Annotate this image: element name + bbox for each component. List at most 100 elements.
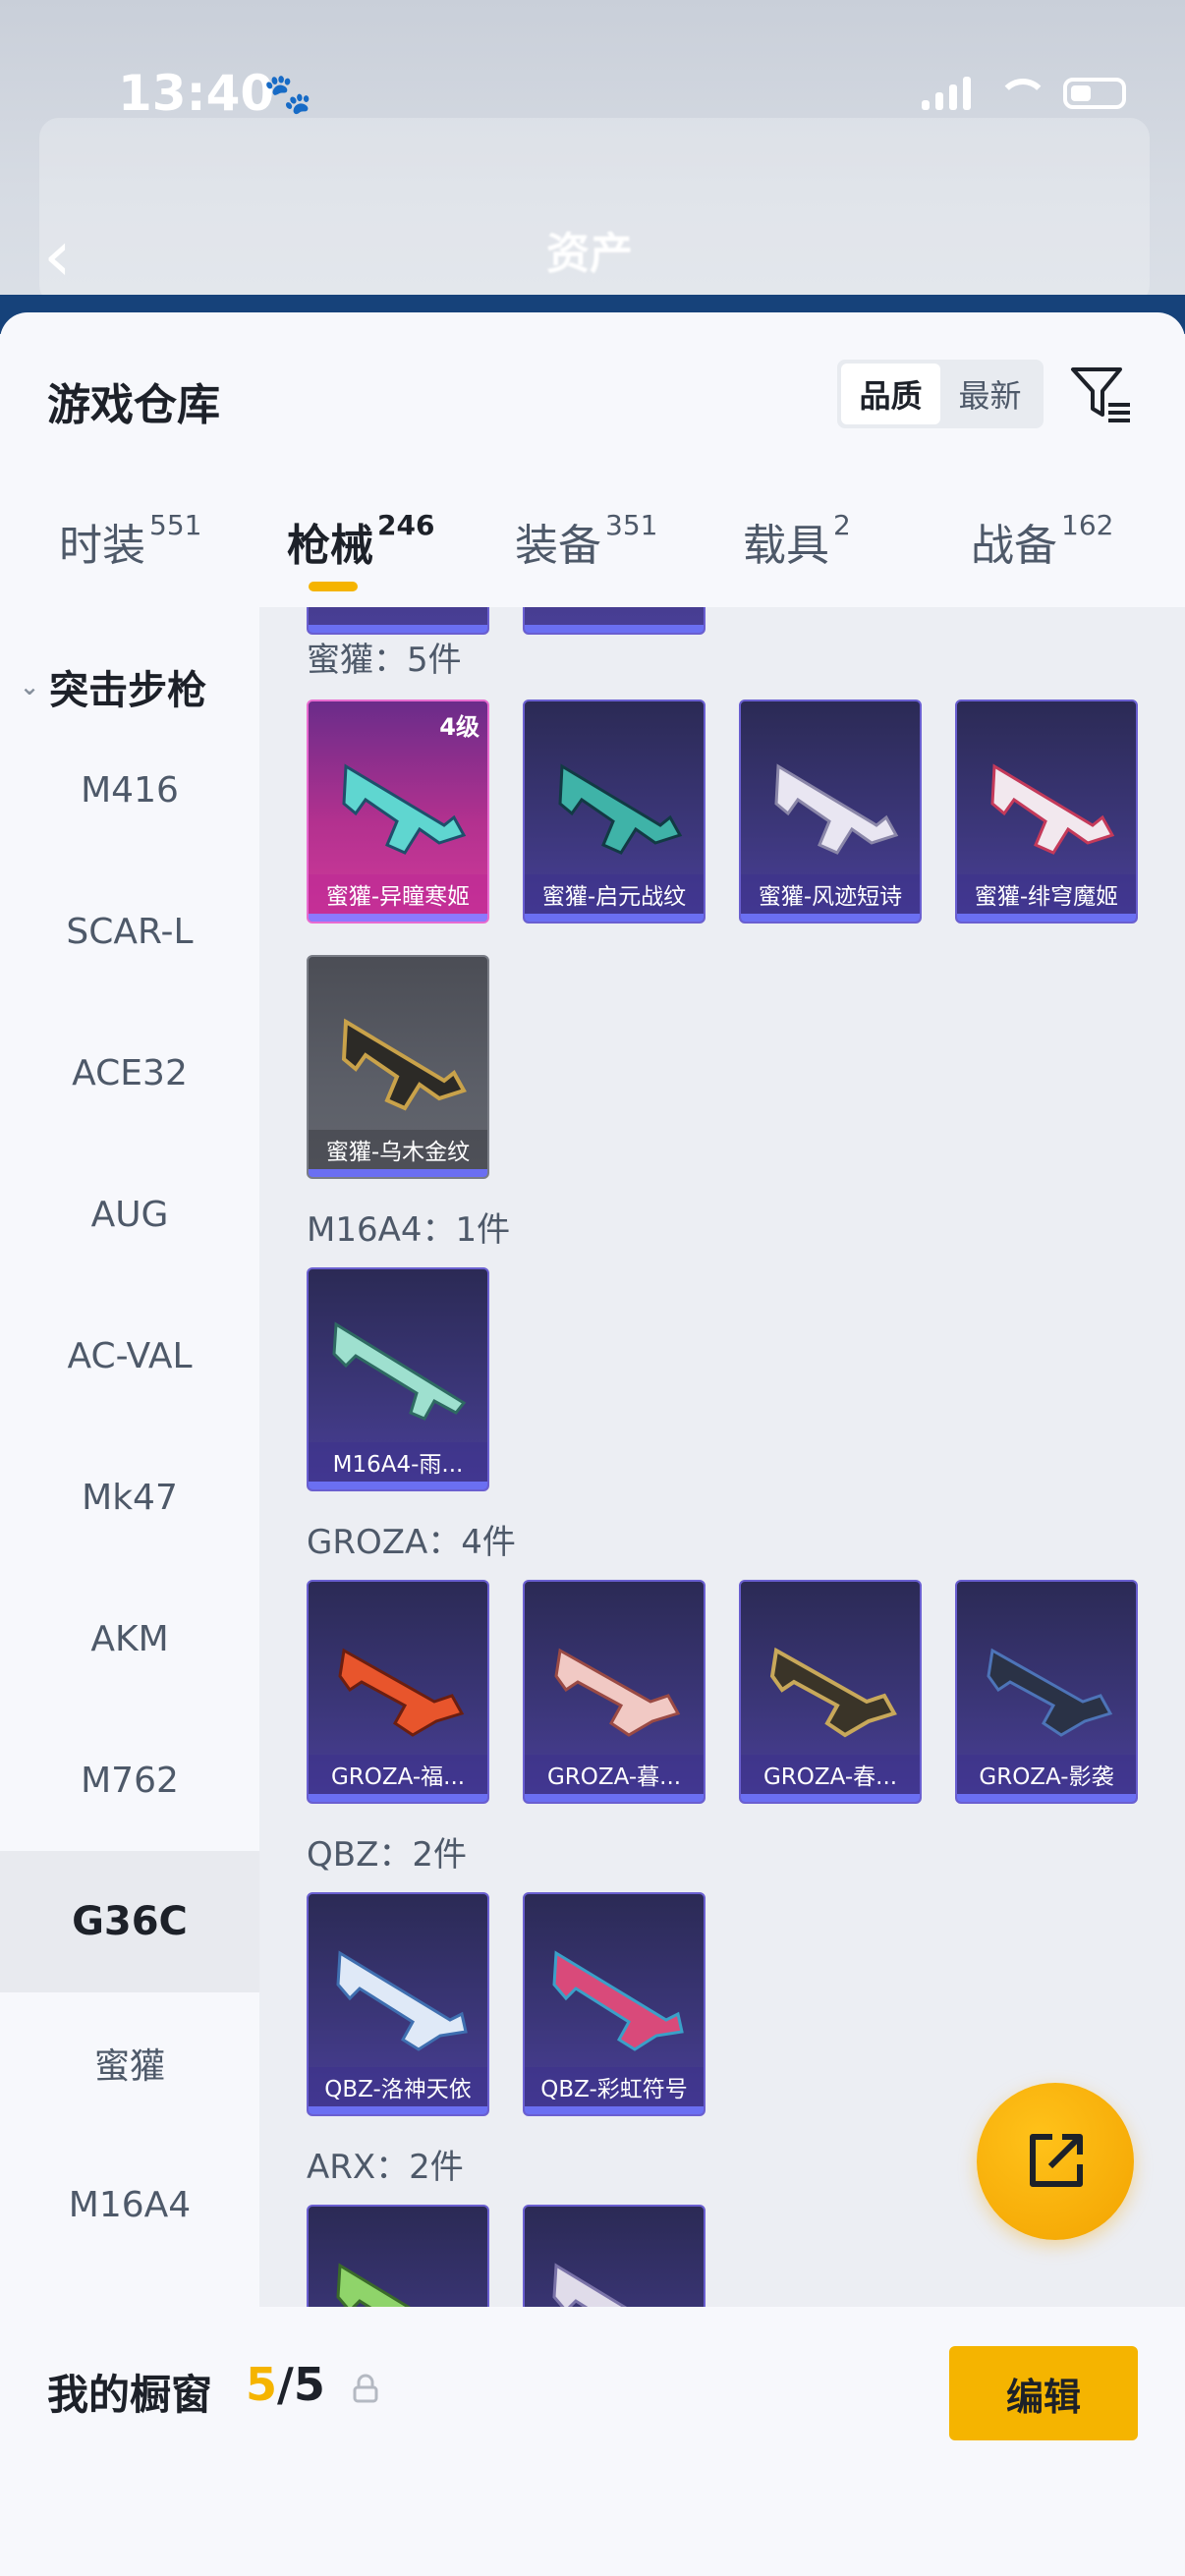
edit-button[interactable]: 编辑: [949, 2346, 1138, 2440]
sidebar-item-m16a4[interactable]: M16A4: [0, 2134, 259, 2275]
tab-fashion[interactable]: 时装 551: [59, 509, 201, 573]
gun-icon: [987, 1648, 1113, 1737]
skin-name: 蜜獾-风迹短诗: [741, 874, 920, 914]
skin-name: GROZA-福...: [309, 1755, 487, 1794]
sidebar-item-honey-badger[interactable]: 蜜獾: [0, 1992, 259, 2134]
skin-card[interactable]: GROZA-福...: [307, 1580, 489, 1804]
sidebar-item-akm[interactable]: AKM: [0, 1568, 259, 1709]
gun-icon: [552, 1950, 684, 2051]
skin-card[interactable]: 4级 蜜獾-异瞳寒姬: [307, 700, 489, 924]
weapon-skin-grid: 蜜獾：5件 4级 蜜獾-异瞳寒姬 蜜獾-启元战纹 蜜獾-风迹短诗 蜜獾-绯穹魔姬…: [259, 607, 1185, 2307]
skin-name: 蜜獾-启元战纹: [525, 874, 704, 914]
back-arrow-icon[interactable]: ‹: [43, 214, 72, 297]
gun-icon: [341, 1018, 467, 1111]
skin-name: QBZ-洛神天依: [309, 2067, 487, 2106]
warehouse-sheet: 游戏仓库 品质 最新 时装 551 枪械 246 装备 351 载具 2 战备 162 ⌄…: [0, 312, 1185, 2576]
skin-card[interactable]: GROZA-春...: [739, 1580, 922, 1804]
skin-name: GROZA-春...: [741, 1755, 920, 1794]
skin-card[interactable]: 蜜獾-绯穹魔姬: [955, 700, 1138, 924]
skin-card[interactable]: GROZA-影袭: [955, 1580, 1138, 1804]
rarity-bar: [525, 625, 704, 633]
sidebar-item-scar-l[interactable]: SCAR-L: [0, 861, 259, 1002]
tab-count: 2: [833, 509, 851, 541]
sort-toggle[interactable]: 品质 最新: [837, 360, 1044, 428]
sidebar-group-label: 突击步枪: [49, 668, 207, 713]
showcase-title: 我的橱窗: [47, 2371, 213, 2419]
section-title-honey-badger: 蜜獾：5件: [307, 641, 462, 680]
gun-icon: [332, 1321, 467, 1421]
tab-count: 351: [605, 509, 658, 541]
rarity-bar: [741, 914, 920, 922]
skin-card[interactable]: M16A4-雨...: [307, 1267, 489, 1491]
rarity-bar: [525, 914, 704, 922]
tab-guns[interactable]: 枪械 246: [287, 509, 434, 573]
showcase-bar: 我的橱窗 5/5 编辑: [0, 2313, 1185, 2576]
sidebar-item-m762[interactable]: M762: [0, 1709, 259, 1851]
sidebar-item-aug[interactable]: AUG: [0, 1144, 259, 1285]
skin-name: 蜜獾-乌木金纹: [309, 1130, 487, 1169]
gun-icon: [336, 2263, 412, 2307]
paw-icon: 🐾: [263, 72, 312, 117]
tab-label: 载具: [743, 521, 829, 571]
share-button[interactable]: [977, 2083, 1134, 2240]
weapon-sidebar: ⌄ 突击步枪 M416 SCAR-L ACE32 AUG AC-VAL Mk47…: [0, 607, 259, 2307]
skin-name: GROZA-暮...: [525, 1755, 704, 1794]
tab-label: 战备: [971, 521, 1057, 571]
sidebar-item-ac-val[interactable]: AC-VAL: [0, 1285, 259, 1427]
wifi-icon: [994, 77, 1048, 110]
skin-card[interactable]: GROZA-暮...: [523, 1580, 705, 1804]
battery-icon: [1063, 78, 1126, 109]
tab-label: 枪械: [287, 521, 373, 571]
skin-card[interactable]: 蜜獾-乌木金纹: [307, 955, 489, 1179]
chevron-down-icon: ⌄: [20, 673, 40, 700]
sidebar-item-mk47[interactable]: Mk47: [0, 1427, 259, 1568]
header-background: 13:40 🐾 ‹ 资产: [0, 0, 1185, 314]
rarity-bar: [309, 914, 487, 922]
gun-icon: [990, 763, 1115, 855]
sort-newest-button[interactable]: 最新: [940, 364, 1040, 424]
skin-card[interactable]: [523, 2205, 705, 2307]
rarity-bar: [957, 914, 1136, 922]
tab-label: 装备: [515, 521, 601, 571]
tab-vehicles[interactable]: 载具 2: [743, 509, 851, 573]
skin-card[interactable]: QBZ-彩虹符号: [523, 1892, 705, 2116]
rarity-bar: [309, 1482, 487, 1489]
skin-card[interactable]: [307, 2205, 489, 2307]
skin-card-partial[interactable]: [523, 607, 705, 635]
skin-card-partial[interactable]: [307, 607, 489, 635]
status-time: 13:40: [118, 65, 275, 122]
section-title-arx: ARX：2件: [307, 2148, 464, 2187]
sidebar-item-g36c[interactable]: G36C: [0, 1851, 259, 1992]
skin-card[interactable]: QBZ-洛神天依: [307, 1892, 489, 2116]
sidebar-item-m416[interactable]: M416: [0, 719, 259, 861]
skin-name: M16A4-雨...: [309, 1442, 487, 1482]
skin-card[interactable]: 蜜獾-风迹短诗: [739, 700, 922, 924]
rarity-bar: [741, 1794, 920, 1802]
skin-card[interactable]: 蜜獾-启元战纹: [523, 700, 705, 924]
gun-icon: [342, 763, 467, 855]
gun-icon: [769, 1647, 897, 1738]
sidebar-item-ace32[interactable]: ACE32: [0, 1002, 259, 1144]
share-icon: [1030, 2134, 1083, 2187]
gun-icon: [338, 1648, 465, 1737]
skin-name: 蜜獾-绯穹魔姬: [957, 874, 1136, 914]
tab-active-indicator: [309, 582, 358, 591]
tab-count: 246: [377, 509, 435, 541]
rarity-bar: [525, 1794, 704, 1802]
sidebar-group-assault-rifles[interactable]: ⌄ 突击步枪: [20, 658, 206, 715]
signal-icon: [922, 77, 971, 110]
showcase-count: 5/5: [246, 2358, 325, 2411]
tab-equipment[interactable]: 装备 351: [515, 509, 657, 573]
gun-icon: [554, 1648, 681, 1737]
rarity-bar: [309, 2106, 487, 2114]
gun-icon: [558, 763, 683, 855]
showcase-current: 5: [246, 2358, 278, 2411]
gun-icon: [336, 1950, 468, 2051]
sort-quality-button[interactable]: 品质: [841, 364, 940, 424]
skin-name: QBZ-彩虹符号: [525, 2067, 704, 2106]
tab-battle-prep[interactable]: 战备 162: [971, 509, 1113, 573]
rarity-bar: [525, 2106, 704, 2114]
showcase-total: /5: [277, 2358, 325, 2411]
filter-icon[interactable]: [1069, 362, 1134, 426]
tab-count: 551: [149, 509, 202, 541]
